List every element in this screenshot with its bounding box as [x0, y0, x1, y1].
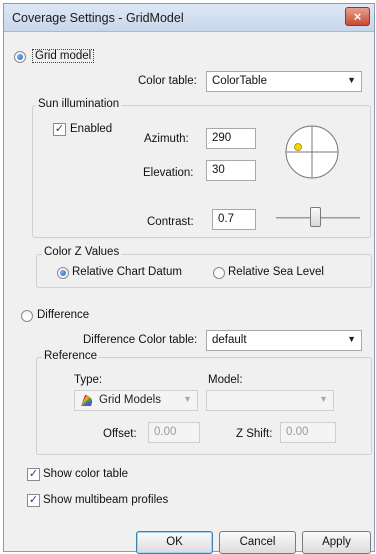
reference-type-select[interactable]: Grid Models ▼	[74, 390, 198, 411]
relative-sea-level-label: Relative Sea Level	[228, 266, 324, 278]
color-table-value: ColorTable	[212, 75, 267, 87]
close-icon: ×	[353, 9, 362, 24]
chevron-down-icon: ▼	[183, 394, 192, 404]
difference-color-table-value: default	[212, 334, 247, 346]
model-label: Model:	[208, 374, 243, 386]
show-multibeam-profiles-label: Show multibeam profiles	[43, 494, 169, 506]
sun-enabled-checkbox[interactable]: ✓	[53, 123, 66, 136]
difference-color-table-select[interactable]: default ▼	[206, 330, 362, 351]
chevron-down-icon: ▼	[319, 394, 328, 404]
contrast-label: Contrast:	[147, 216, 194, 228]
difference-label: Difference	[37, 309, 90, 321]
offset-label: Offset:	[103, 428, 137, 440]
sun-dot-icon[interactable]	[294, 143, 302, 151]
show-color-table-checkbox[interactable]: ✓	[27, 468, 40, 481]
color-z-values-label: Color Z Values	[42, 246, 122, 258]
sun-illumination-label: Sun illumination	[36, 98, 122, 110]
close-button[interactable]: ×	[345, 7, 370, 26]
zshift-label: Z Shift:	[236, 428, 273, 440]
contrast-slider-thumb[interactable]	[310, 207, 321, 227]
apply-button[interactable]: Apply	[302, 531, 371, 554]
grid-model-label[interactable]: Grid model	[32, 49, 95, 63]
chevron-down-icon: ▼	[347, 75, 356, 85]
window-title: Coverage Settings - GridModel	[12, 11, 184, 25]
relative-chart-datum-radio[interactable]	[57, 267, 69, 279]
relative-sea-level-radio[interactable]	[213, 267, 225, 279]
azimuth-input[interactable]: 290	[206, 128, 256, 149]
zshift-input[interactable]: 0.00	[280, 422, 336, 443]
difference-radio[interactable]	[21, 310, 33, 322]
sun-enabled-label: Enabled	[70, 123, 113, 135]
reference-model-select[interactable]: ▼	[206, 390, 334, 411]
reference-label: Reference	[42, 350, 100, 362]
cancel-button[interactable]: Cancel	[219, 531, 296, 554]
show-multibeam-profiles-checkbox[interactable]: ✓	[27, 494, 40, 507]
color-table-label: Color table:	[138, 75, 197, 87]
show-color-table-label: Show color table	[43, 468, 129, 480]
sun-position-compass[interactable]	[284, 120, 340, 184]
elevation-input[interactable]: 30	[206, 160, 256, 181]
ok-button[interactable]: OK	[136, 531, 213, 554]
offset-input[interactable]: 0.00	[148, 422, 200, 443]
difference-color-table-label: Difference Color table:	[83, 334, 198, 346]
color-fan-icon	[81, 395, 92, 406]
elevation-label: Elevation:	[143, 167, 194, 179]
grid-model-radio[interactable]	[14, 51, 26, 63]
coverage-settings-dialog: Coverage Settings - GridModel × Grid mod…	[3, 3, 375, 554]
chevron-down-icon: ▼	[347, 334, 356, 344]
relative-chart-datum-label: Relative Chart Datum	[72, 266, 182, 278]
title-bar: Coverage Settings - GridModel ×	[4, 4, 374, 32]
color-table-select[interactable]: ColorTable ▼	[206, 71, 362, 92]
azimuth-label: Azimuth:	[144, 133, 189, 145]
contrast-input[interactable]: 0.7	[212, 209, 256, 230]
reference-type-value: Grid Models	[99, 394, 161, 406]
type-label: Type:	[74, 374, 103, 386]
